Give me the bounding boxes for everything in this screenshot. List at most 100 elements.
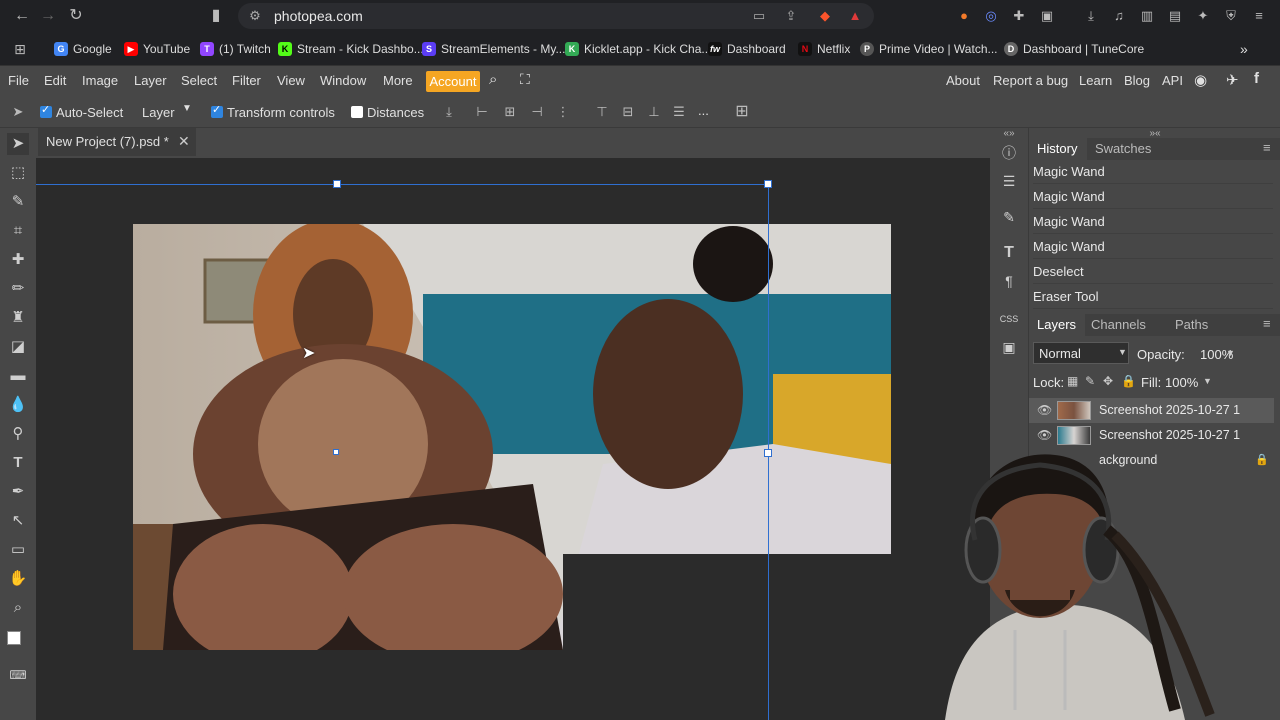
character-icon[interactable]: T (998, 242, 1020, 264)
transform-top-edge[interactable] (36, 184, 768, 185)
path-select-icon[interactable]: ↖ (7, 510, 29, 532)
align-middle-icon[interactable]: ⊟ (620, 104, 636, 120)
distances-checkbox[interactable] (351, 106, 363, 118)
document-tab[interactable]: New Project (7).psd * ✕ (38, 128, 196, 156)
transform-controls-checkbox[interactable] (211, 103, 223, 118)
bookmarks-overflow[interactable]: » (1240, 40, 1248, 58)
menu-filter[interactable]: Filter (232, 73, 261, 88)
brush-settings-icon[interactable]: ✎ (998, 206, 1020, 228)
forward-icon[interactable]: → (38, 6, 58, 26)
tab-history[interactable]: History (1029, 138, 1087, 160)
pen-tool-icon[interactable]: ✒ (7, 481, 29, 503)
bookmark-youtube[interactable]: ▶ YouTube (124, 40, 190, 58)
share-icon[interactable]: ⇪ (782, 7, 800, 25)
tab-paths[interactable]: Paths (1175, 317, 1208, 332)
menu-about[interactable]: About (946, 73, 980, 88)
opacity-dropdown-icon[interactable]: ▼ (1226, 348, 1235, 358)
lock-all-icon[interactable]: 🔒 (1121, 374, 1136, 388)
download-icon[interactable]: ⤓ (1082, 7, 1100, 25)
menu-file[interactable]: File (8, 73, 29, 88)
wallet-icon[interactable]: ▤ (1166, 7, 1184, 25)
chevron-down-icon[interactable]: ▼ (182, 103, 192, 114)
crop-tool-icon[interactable]: ⌗ (7, 220, 29, 242)
screenshot-icon[interactable]: ▣ (1038, 7, 1056, 25)
brush-tool-icon[interactable]: ✏ (7, 278, 29, 300)
history-item[interactable]: Magic Wand (1033, 235, 1273, 259)
brave-shield-icon[interactable]: ◆ (816, 7, 834, 25)
tab-swatches[interactable]: Swatches (1095, 141, 1151, 156)
account-button[interactable]: Account (426, 71, 480, 92)
fill-dropdown-icon[interactable]: ▼ (1203, 376, 1212, 386)
bookmark-kicklet[interactable]: K Kicklet.app - Kick Cha... (565, 40, 711, 58)
lock-transparency-icon[interactable]: ▦ (1067, 374, 1078, 388)
address-bar[interactable]: ⚙ photopea.com ▭ ⇪ ◆ ▲ (238, 3, 874, 29)
menu-select[interactable]: Select (181, 73, 217, 88)
search-icon[interactable]: ⌕ (489, 71, 497, 88)
align-center-h-icon[interactable]: ⊞ (502, 104, 518, 120)
bookmark-streamelements[interactable]: S StreamElements - My... (422, 40, 565, 58)
blur-tool-icon[interactable]: 💧 (7, 394, 29, 416)
clone-stamp-icon[interactable]: ♜ (7, 307, 29, 329)
menu-edit[interactable]: Edit (44, 73, 66, 88)
bookmark-netflix[interactable]: N Netflix (798, 40, 850, 58)
collapse-panels-icon[interactable]: «» (990, 128, 1028, 139)
transform-handle-top[interactable] (333, 180, 341, 188)
transform-center-point[interactable] (333, 449, 339, 455)
media-icon[interactable]: ♫ (1110, 7, 1128, 25)
history-item[interactable]: Eraser Tool (1033, 285, 1273, 309)
bookmark-dashboard[interactable]: fw Dashboard (708, 40, 786, 58)
twitter-icon[interactable]: ✈ (1226, 71, 1239, 89)
bookmark-kick-dashboard[interactable]: K Stream - Kick Dashbo... (278, 40, 424, 58)
healing-brush-icon[interactable]: ✚ (7, 249, 29, 271)
menu-image[interactable]: Image (82, 73, 118, 88)
magic-wand-tool-icon[interactable]: ✎ (7, 191, 29, 213)
paragraph-icon[interactable]: ¶ (998, 270, 1020, 292)
info-icon[interactable]: ⓘ (998, 142, 1020, 164)
history-item[interactable]: Magic Wand (1033, 210, 1273, 234)
browser-menu-icon[interactable]: ≡ (1250, 7, 1268, 25)
layer-select[interactable]: Layer (142, 105, 175, 120)
extensions-puzzle-icon[interactable]: ✚ (1010, 7, 1028, 25)
align-left-icon[interactable]: ⊢ (474, 104, 490, 120)
tab-layers[interactable]: Layers (1029, 314, 1085, 336)
sidebar-icon[interactable]: ▥ (1138, 7, 1156, 25)
transform-handle-top-right[interactable] (764, 180, 772, 188)
grid-icon[interactable]: ⊞ (734, 104, 750, 120)
document-canvas[interactable] (133, 224, 891, 650)
reload-icon[interactable]: ↻ (66, 6, 86, 26)
distribute-v-icon[interactable]: ☰ (671, 104, 687, 120)
move-tool-icon[interactable]: ➤ (7, 133, 29, 155)
fullscreen-icon[interactable]: ⛶ (520, 71, 530, 88)
image-icon[interactable]: ▣ (998, 336, 1020, 358)
panel-menu-icon[interactable]: ≡ (1263, 316, 1271, 331)
history-item[interactable]: Magic Wand (1033, 160, 1273, 184)
lock-pixels-icon[interactable]: ✎ (1085, 374, 1095, 388)
type-tool-icon[interactable]: T (7, 452, 29, 474)
visibility-eye-icon[interactable]: 👁 (1037, 403, 1052, 417)
shape-tool-icon[interactable]: ▭ (7, 539, 29, 561)
vpn-icon[interactable]: ⛨ (1222, 7, 1240, 25)
history-item[interactable]: Deselect (1033, 260, 1273, 284)
align-bottom-icon[interactable]: ⊥ (646, 104, 662, 120)
bookmark-twitch[interactable]: T (1) Twitch (200, 40, 271, 58)
extension-circle-icon[interactable]: ◎ (982, 7, 1000, 25)
leo-ai-icon[interactable]: ✦ (1194, 7, 1212, 25)
hand-tool-icon[interactable]: ✋ (7, 568, 29, 590)
menu-view[interactable]: View (277, 73, 305, 88)
cast-icon[interactable]: ▭ (750, 7, 768, 25)
menu-window[interactable]: Window (320, 73, 366, 88)
extension-fox-icon[interactable]: ● (955, 7, 973, 25)
close-icon[interactable]: ✕ (178, 133, 190, 150)
align-top-icon[interactable]: ⊤ (594, 104, 610, 120)
blend-mode-select[interactable]: Normal ▼ (1033, 342, 1129, 364)
fill-value[interactable]: 100% (1165, 375, 1198, 390)
panel-menu-icon[interactable]: ≡ (1263, 140, 1271, 155)
transform-handle-right[interactable] (764, 449, 772, 457)
menu-more[interactable]: More (383, 73, 413, 88)
marquee-tool-icon[interactable]: ⬚ (7, 162, 29, 184)
back-icon[interactable]: ← (12, 6, 32, 26)
distribute-h-icon[interactable]: ⋮ (555, 104, 571, 120)
bookmark-google[interactable]: G Google (54, 40, 112, 58)
bookmark-tunecore[interactable]: D Dashboard | TuneCore (1004, 40, 1144, 58)
tab-channels[interactable]: Channels (1091, 317, 1146, 332)
